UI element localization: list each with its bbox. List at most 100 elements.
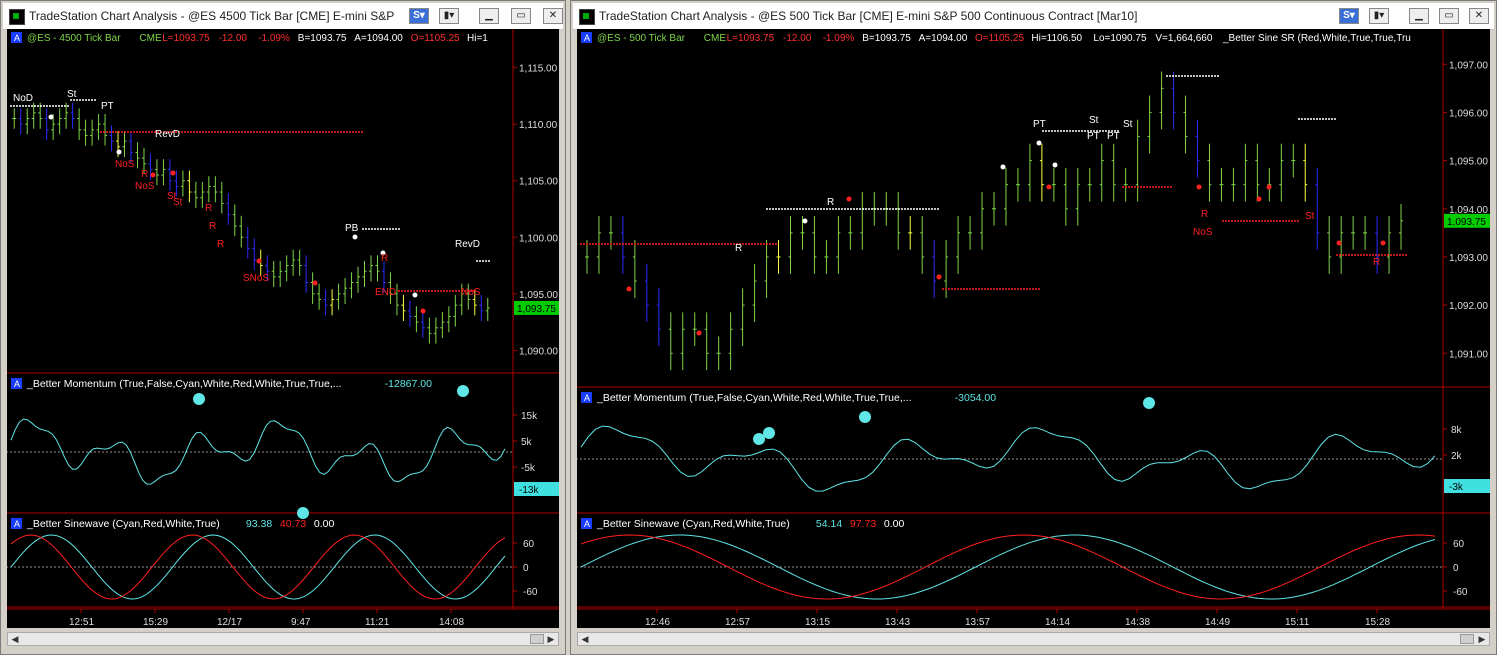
zero-line-dot <box>38 566 40 568</box>
resistance-dot <box>1328 118 1330 120</box>
scroll-left-icon[interactable]: ◀ <box>8 633 22 645</box>
zero-line-dot <box>410 566 412 568</box>
minimize-button[interactable]: ▁ <box>479 8 499 24</box>
maximize-button[interactable]: ▭ <box>1439 8 1459 24</box>
zero-line-dot <box>1268 566 1270 568</box>
zero-line-dot <box>684 458 686 460</box>
resistance-dot <box>775 208 777 210</box>
zero-line-dot <box>7 566 8 568</box>
zero-line-dot <box>58 566 60 568</box>
header-open: O=1105.25 <box>975 33 1024 44</box>
zero-line-dot <box>1340 458 1342 460</box>
style-dropdown-button[interactable]: ▮▾ <box>1369 8 1389 24</box>
zero-line-dot <box>330 451 332 453</box>
zero-line-dot <box>242 566 244 568</box>
resistance-dot <box>769 208 771 210</box>
resistance-dot <box>835 208 837 210</box>
zero-line-dot <box>676 566 678 568</box>
zero-line-dot <box>828 566 830 568</box>
zero-line-dot <box>1144 566 1146 568</box>
chart-window-left[interactable]: TradeStation Chart Analysis - @ES 4500 T… <box>0 0 566 655</box>
zero-line-dot <box>438 451 440 453</box>
support-dot <box>763 243 765 245</box>
support-dot <box>223 131 225 133</box>
close-button[interactable]: ✕ <box>543 8 563 24</box>
zero-line-dot <box>1372 566 1374 568</box>
scroll-right-icon[interactable]: ▶ <box>1475 633 1489 645</box>
support-dot <box>1002 288 1004 290</box>
support-dot <box>235 131 237 133</box>
support-dot <box>127 131 129 133</box>
support-dot <box>1387 254 1389 256</box>
zero-line-dot <box>1100 566 1102 568</box>
support-dot <box>1264 220 1266 222</box>
support-dot <box>978 288 980 290</box>
zero-line-dot <box>1272 566 1274 568</box>
support-dot <box>139 131 141 133</box>
support-dot <box>996 288 998 290</box>
zero-line-dot <box>74 451 76 453</box>
header-symbol: @ES - 4500 Tick Bar <box>27 33 121 44</box>
horizontal-scrollbar[interactable]: ◀ ▶ <box>7 632 559 646</box>
zero-line-dot <box>1004 566 1006 568</box>
zero-line-dot <box>1252 566 1254 568</box>
zero-value: 0.00 <box>314 518 335 530</box>
close-button[interactable]: ✕ <box>1469 8 1489 24</box>
chart-svg[interactable]: A @ES - 500 Tick Bar CME L=1093.75 -12.00 -1.… <box>577 29 1490 628</box>
scroll-thumb[interactable] <box>1460 634 1474 644</box>
zero-line-dot <box>1388 458 1390 460</box>
zero-line-dot <box>318 451 320 453</box>
zero-line-dot <box>1008 566 1010 568</box>
support-dot <box>640 243 642 245</box>
zero-line-dot <box>414 451 416 453</box>
title-bar[interactable]: TradeStation Chart Analysis - @ES 500 Ti… <box>573 3 1494 30</box>
zero-line-dot <box>218 566 220 568</box>
symbol-link-button[interactable]: S▾ <box>1339 8 1359 24</box>
resistance-dot <box>937 208 939 210</box>
zero-line-dot <box>788 566 790 568</box>
resistance-dot <box>64 105 66 107</box>
zero-line-dot <box>1076 458 1078 460</box>
zero-line-dot <box>1368 458 1370 460</box>
chart-area[interactable]: A @ES - 4500 Tick Bar CME L=1093.75 -12.00 -1… <box>7 29 559 628</box>
maximize-button[interactable]: ▭ <box>511 8 531 24</box>
zero-line-dot <box>126 451 128 453</box>
chart-window-right[interactable]: TradeStation Chart Analysis - @ES 500 Ti… <box>570 0 1497 655</box>
minimize-button[interactable]: ▁ <box>1409 8 1429 24</box>
zero-line-dot <box>1408 458 1410 460</box>
horizontal-scrollbar[interactable]: ◀ ▶ <box>577 632 1490 646</box>
zero-line-dot <box>740 458 742 460</box>
chart-svg[interactable]: A @ES - 4500 Tick Bar CME L=1093.75 -12.00 -1… <box>7 29 559 628</box>
chart-annotation: NoS <box>1193 227 1213 238</box>
symbol-link-button[interactable]: S▾ <box>409 8 429 24</box>
support-dot <box>1038 288 1040 290</box>
header-open: O=1105.25 <box>411 33 460 44</box>
scroll-left-icon[interactable]: ◀ <box>578 633 592 645</box>
scroll-thumb[interactable] <box>530 634 544 644</box>
resistance-dot <box>374 228 376 230</box>
support-dot <box>340 131 342 133</box>
chart-annotation: PT <box>1107 131 1120 142</box>
zero-line-dot <box>688 458 690 460</box>
zero-line-dot <box>652 458 654 460</box>
zero-line-dot <box>194 566 196 568</box>
style-dropdown-button[interactable]: ▮▾ <box>439 8 459 24</box>
zero-line-dot <box>22 451 24 453</box>
zero-line-dot <box>1176 458 1178 460</box>
support-dot <box>700 243 702 245</box>
support-dot <box>1384 254 1386 256</box>
chart-annotation: NoS <box>461 287 481 298</box>
support-dot <box>1363 254 1365 256</box>
zero-line-dot <box>1364 458 1366 460</box>
zero-line-dot <box>418 566 420 568</box>
zero-line-dot <box>992 566 994 568</box>
chart-area[interactable]: A @ES - 500 Tick Bar CME L=1093.75 -12.00 -1.… <box>577 29 1490 628</box>
support-dot <box>205 131 207 133</box>
scroll-right-icon[interactable]: ▶ <box>544 633 558 645</box>
title-bar[interactable]: TradeStation Chart Analysis - @ES 4500 T… <box>3 3 563 30</box>
zero-line-dot <box>920 566 922 568</box>
support-dot <box>981 288 983 290</box>
chart-annotation: R <box>209 221 216 232</box>
zero-line-dot <box>660 566 662 568</box>
resistance-dot <box>1298 118 1300 120</box>
